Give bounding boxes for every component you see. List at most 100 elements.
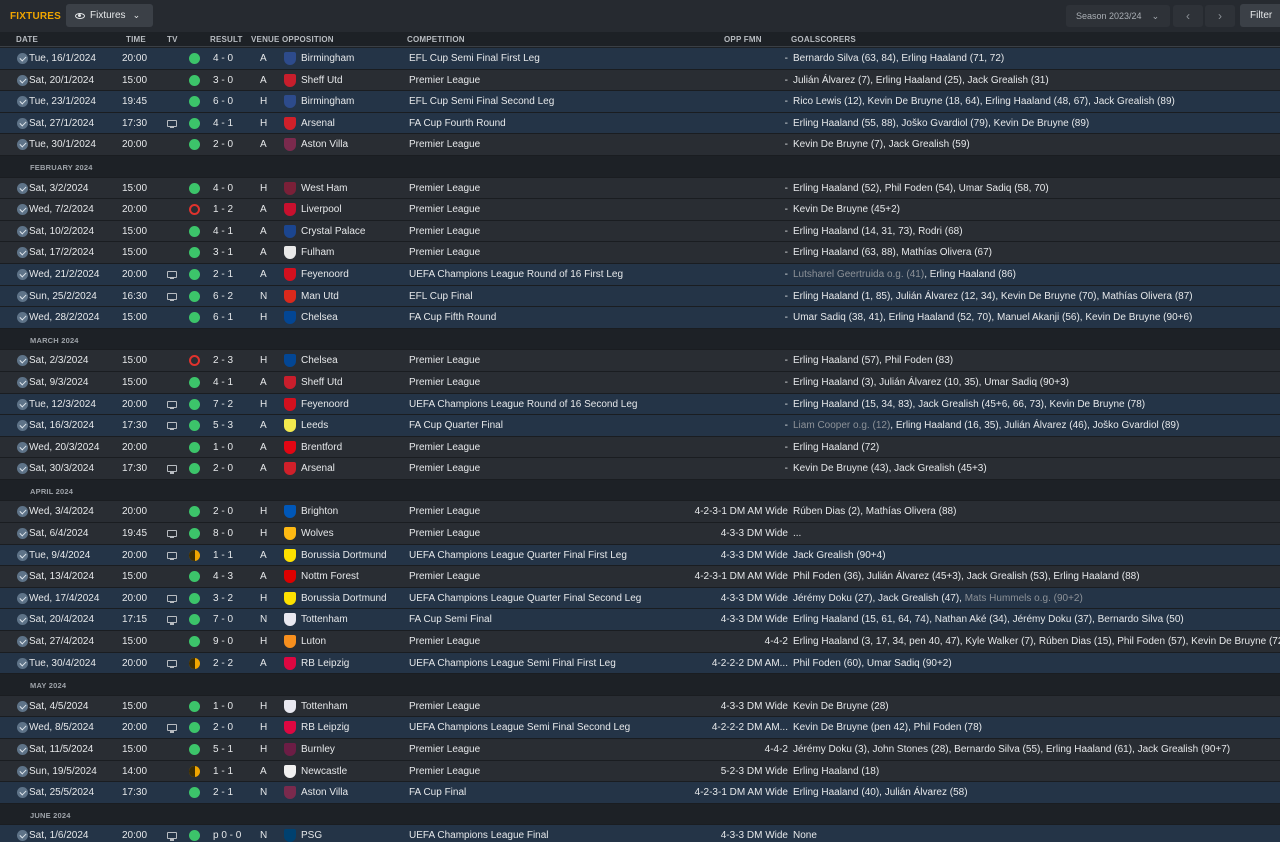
fixture-score[interactable]: 1 - 1 [213,766,239,777]
competition-name[interactable]: Premier League [409,355,480,366]
fixture-score[interactable]: 7 - 0 [213,614,239,625]
fixture-row[interactable]: Wed, 20/3/2024 20:00 1 - 0 A Brentford Premie… [0,436,1280,459]
fixture-score[interactable]: 3 - 2 [213,593,239,604]
fixture-score[interactable]: 4 - 0 [213,53,239,64]
opposition-name[interactable]: Brighton [301,506,338,517]
competition-name[interactable]: UEFA Champions League Semi Final Second … [409,722,630,733]
fixture-row[interactable]: Sat, 1/6/2024 20:00 p 0 - 0 N PSG UEFA Champi… [0,825,1280,842]
fixture-row[interactable]: Tue, 30/1/2024 20:00 2 - 0 A Aston Villa Prem… [0,134,1280,156]
fixture-row[interactable]: Tue, 23/1/2024 19:45 6 - 0 H Birmingham EFL C… [0,91,1280,113]
competition-name[interactable]: UEFA Champions League Round of 16 First … [409,269,623,280]
competition-name[interactable]: UEFA Champions League Semi Final First L… [409,658,616,669]
fixture-row[interactable]: Sun, 25/2/2024 16:30 6 - 2 N Man Utd EFL Cup … [0,285,1280,308]
fixture-row[interactable]: Sat, 20/1/2024 15:00 3 - 0 A Sheff Utd Premie… [0,69,1280,92]
fixture-score[interactable]: 2 - 1 [213,269,239,280]
competition-name[interactable]: UEFA Champions League Quarter Final Firs… [409,550,627,561]
column-header-tv[interactable]: TV [167,35,178,44]
competition-name[interactable]: Premier League [409,183,480,194]
fixture-row[interactable]: Wed, 21/2/2024 20:00 2 - 1 A Feyenoord UEFA C… [0,263,1280,286]
fixture-score[interactable]: 3 - 0 [213,75,239,86]
opposition-name[interactable]: Aston Villa [301,787,348,798]
opposition-name[interactable]: Feyenoord [301,399,349,410]
fixture-row[interactable]: Sat, 3/2/2024 15:00 4 - 0 H West Ham Premier … [0,177,1280,200]
opposition-name[interactable]: Nottm Forest [301,571,359,582]
opposition-name[interactable]: PSG [301,830,322,841]
competition-name[interactable]: EFL Cup Semi Final Second Leg [409,96,554,107]
competition-name[interactable]: Premier League [409,204,480,215]
fixture-row[interactable]: Sat, 2/3/2024 15:00 2 - 3 H Chelsea Premier L… [0,350,1280,372]
fixture-score[interactable]: 2 - 3 [213,355,239,366]
competition-name[interactable]: UEFA Champions League Quarter Final Seco… [409,593,641,604]
fixture-score[interactable]: p 0 - 0 [213,830,241,841]
opposition-name[interactable]: Sheff Utd [301,377,343,388]
opposition-name[interactable]: West Ham [301,183,348,194]
fixture-row[interactable]: Sat, 10/2/2024 15:00 4 - 1 A Crystal Palace P… [0,220,1280,243]
fixture-score[interactable]: 4 - 1 [213,118,239,129]
fixture-score[interactable]: 6 - 2 [213,291,239,302]
fixture-score[interactable]: 1 - 2 [213,204,239,215]
competition-name[interactable]: Premier League [409,528,480,539]
fixture-score[interactable]: 6 - 0 [213,96,239,107]
opposition-name[interactable]: Man Utd [301,291,339,302]
opposition-name[interactable]: Wolves [301,528,334,539]
opposition-name[interactable]: Arsenal [301,463,335,474]
season-dropdown[interactable]: Season 2023/24 ⌄ [1066,5,1170,27]
opposition-name[interactable]: Fulham [301,247,334,258]
column-header-opp-fmn[interactable]: OPP FMN [724,35,762,44]
column-header-competition[interactable]: COMPETITION [407,35,465,44]
competition-name[interactable]: Premier League [409,442,480,453]
fixture-row[interactable]: Sat, 4/5/2024 15:00 1 - 0 H Tottenham Premier… [0,695,1280,718]
opposition-name[interactable]: Liverpool [301,204,342,215]
fixture-row[interactable]: Sat, 16/3/2024 17:30 5 - 3 A Leeds FA Cup Qua… [0,415,1280,437]
fixture-score[interactable]: 2 - 0 [213,463,239,474]
competition-name[interactable]: EFL Cup Final [409,291,473,302]
competition-name[interactable]: UEFA Champions League Final [409,830,549,841]
fixture-row[interactable]: Tue, 9/4/2024 20:00 1 - 1 A Borussia Dortmun… [0,544,1280,567]
competition-name[interactable]: Premier League [409,226,480,237]
filter-button[interactable]: Filter [1240,4,1280,27]
opposition-name[interactable]: Tottenham [301,701,348,712]
fixture-score[interactable]: 5 - 1 [213,744,239,755]
opposition-name[interactable]: Borussia Dortmund [301,593,387,604]
fixture-row[interactable]: Sat, 13/4/2024 15:00 4 - 3 A Nottm Forest Pre… [0,566,1280,588]
fixture-score[interactable]: 1 - 0 [213,442,239,453]
opposition-name[interactable]: RB Leipzig [301,658,349,669]
opposition-name[interactable]: Newcastle [301,766,347,777]
opposition-name[interactable]: Birmingham [301,96,354,107]
column-header-result[interactable]: RESULT [210,35,243,44]
competition-name[interactable]: FA Cup Quarter Final [409,420,503,431]
competition-name[interactable]: Premier League [409,744,480,755]
fixture-row[interactable]: Sat, 25/5/2024 17:30 2 - 1 N Aston Villa FA C… [0,782,1280,804]
fixture-row[interactable]: Wed, 8/5/2024 20:00 2 - 0 H RB Leipzig UEFA C… [0,717,1280,739]
column-header-time[interactable]: TIME [126,35,146,44]
competition-name[interactable]: Premier League [409,701,480,712]
column-header-goalscorers[interactable]: GOALSCORERS [791,35,856,44]
fixture-row[interactable]: Sat, 17/2/2024 15:00 3 - 1 A Fulham Premier L… [0,242,1280,264]
competition-name[interactable]: Premier League [409,247,480,258]
fixture-score[interactable]: 4 - 1 [213,377,239,388]
opposition-name[interactable]: Chelsea [301,312,338,323]
fixture-score[interactable]: 2 - 1 [213,787,239,798]
fixture-row[interactable]: Tue, 16/1/2024 20:00 4 - 0 A Birmingham EFL C… [0,48,1280,70]
opposition-name[interactable]: Sheff Utd [301,75,343,86]
competition-name[interactable]: EFL Cup Semi Final First Leg [409,53,540,64]
fixture-row[interactable]: Sat, 27/4/2024 15:00 9 - 0 H Luton Premier Le… [0,631,1280,653]
opposition-name[interactable]: Burnley [301,744,335,755]
fixture-score[interactable]: 8 - 0 [213,528,239,539]
opposition-name[interactable]: Borussia Dortmund [301,550,387,561]
fixture-score[interactable]: 4 - 1 [213,226,239,237]
view-selector-button[interactable]: Fixtures ⌄ [66,4,153,27]
fixture-row[interactable]: Wed, 28/2/2024 15:00 6 - 1 H Chelsea FA Cup F… [0,307,1280,329]
column-header-venue[interactable]: VENUE [251,35,280,44]
opposition-name[interactable]: Feyenoord [301,269,349,280]
fixture-score[interactable]: 3 - 1 [213,247,239,258]
fixture-row[interactable]: Tue, 12/3/2024 20:00 7 - 2 H Feyenoord UEFA C… [0,393,1280,416]
fixture-row[interactable]: Wed, 17/4/2024 20:00 3 - 2 H Borussia Dortmu… [0,587,1280,610]
column-header-date[interactable]: DATE [16,35,38,44]
competition-name[interactable]: Premier League [409,571,480,582]
opposition-name[interactable]: Tottenham [301,614,348,625]
fixture-score[interactable]: 7 - 2 [213,399,239,410]
competition-name[interactable]: UEFA Champions League Round of 16 Second… [409,399,638,410]
fixture-row[interactable]: Wed, 7/2/2024 20:00 1 - 2 A Liverpool Premier… [0,199,1280,221]
fixture-row[interactable]: Sat, 30/3/2024 17:30 2 - 0 A Arsenal Premier … [0,458,1280,480]
